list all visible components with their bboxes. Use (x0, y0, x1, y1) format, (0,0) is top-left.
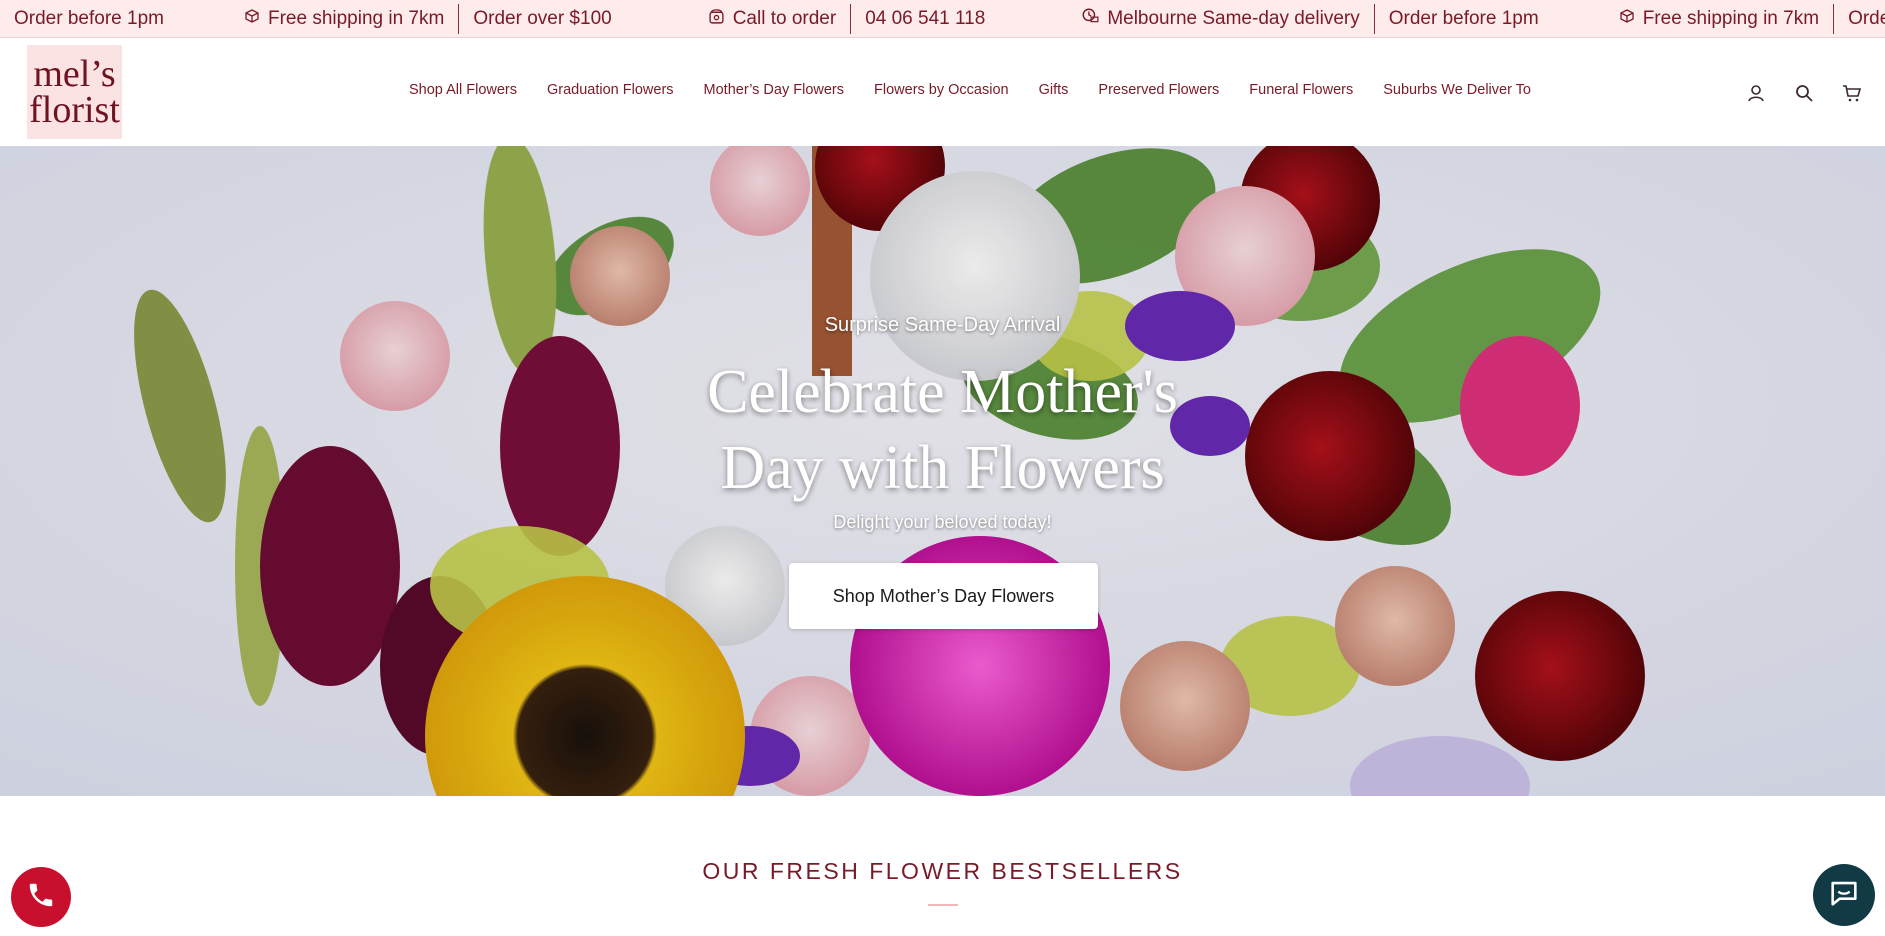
divider (1833, 4, 1835, 34)
announcement-item: Melbourne Same-day delivery (1081, 0, 1360, 37)
announcement-track: Order before 1pm Free shipping in 7km Or… (14, 0, 1885, 37)
package-icon (244, 8, 260, 30)
announcement-item: Free shipping in 7km (244, 0, 444, 37)
package-icon (1619, 8, 1635, 30)
cart-icon[interactable] (1839, 80, 1865, 106)
nav-flowers-by-occasion[interactable]: Flowers by Occasion (874, 82, 1009, 98)
hero-title: Celebrate Mother's Day with Flowers (707, 358, 1178, 502)
announcement-item: Order before 1pm (14, 8, 164, 29)
call-button[interactable] (11, 867, 71, 927)
announcement-item: Order over $100 (1848, 8, 1885, 29)
site-header: mel’s florist Shop All Flowers Graduatio… (0, 38, 1885, 146)
account-icon[interactable] (1743, 80, 1769, 106)
divider (1373, 4, 1375, 34)
divider (850, 4, 852, 34)
delivery-icon (1081, 7, 1099, 31)
hero-kicker: Surprise Same-Day Arrival (824, 314, 1061, 336)
chat-icon (1827, 876, 1861, 915)
announcement-item: Call to order (708, 0, 836, 37)
hero-subtitle: Delight your beloved today! (833, 512, 1052, 532)
announcement-item: Order over $100 (473, 8, 612, 29)
search-icon[interactable] (1791, 80, 1817, 106)
main-nav: Shop All Flowers Graduation Flowers Moth… (409, 82, 1561, 98)
divider (458, 4, 460, 34)
nav-funeral-flowers[interactable]: Funeral Flowers (1249, 82, 1353, 98)
shop-mothers-day-button[interactable]: Shop Mother’s Day Flowers (789, 563, 1098, 629)
chat-button[interactable] (1813, 864, 1875, 926)
logo[interactable]: mel’s florist (27, 45, 122, 139)
nav-suburbs-we-deliver-to[interactable]: Suburbs We Deliver To (1383, 82, 1531, 98)
announcement-bar: Order before 1pm Free shipping in 7km Or… (0, 0, 1885, 38)
phone-icon (26, 880, 56, 915)
hero-banner: Surprise Same-Day Arrival Celebrate Moth… (0, 146, 1885, 796)
nav-preserved-flowers[interactable]: Preserved Flowers (1098, 82, 1219, 98)
nav-gifts[interactable]: Gifts (1039, 82, 1069, 98)
header-icons (1743, 80, 1865, 106)
hero-content: Surprise Same-Day Arrival Celebrate Moth… (0, 146, 1885, 796)
announcement-item[interactable]: 04 06 541 118 (865, 0, 985, 37)
phone-icon (708, 8, 725, 31)
nav-shop-all-flowers[interactable]: Shop All Flowers (409, 82, 517, 98)
section-title: OUR FRESH FLOWER BESTSELLERS (702, 858, 1183, 884)
nav-mothers-day-flowers[interactable]: Mother’s Day Flowers (704, 82, 844, 98)
announcement-item: Free shipping in 7km (1619, 0, 1819, 37)
nav-graduation-flowers[interactable]: Graduation Flowers (547, 82, 674, 98)
section-divider (928, 904, 958, 906)
announcement-item: Order before 1pm (1388, 8, 1539, 29)
